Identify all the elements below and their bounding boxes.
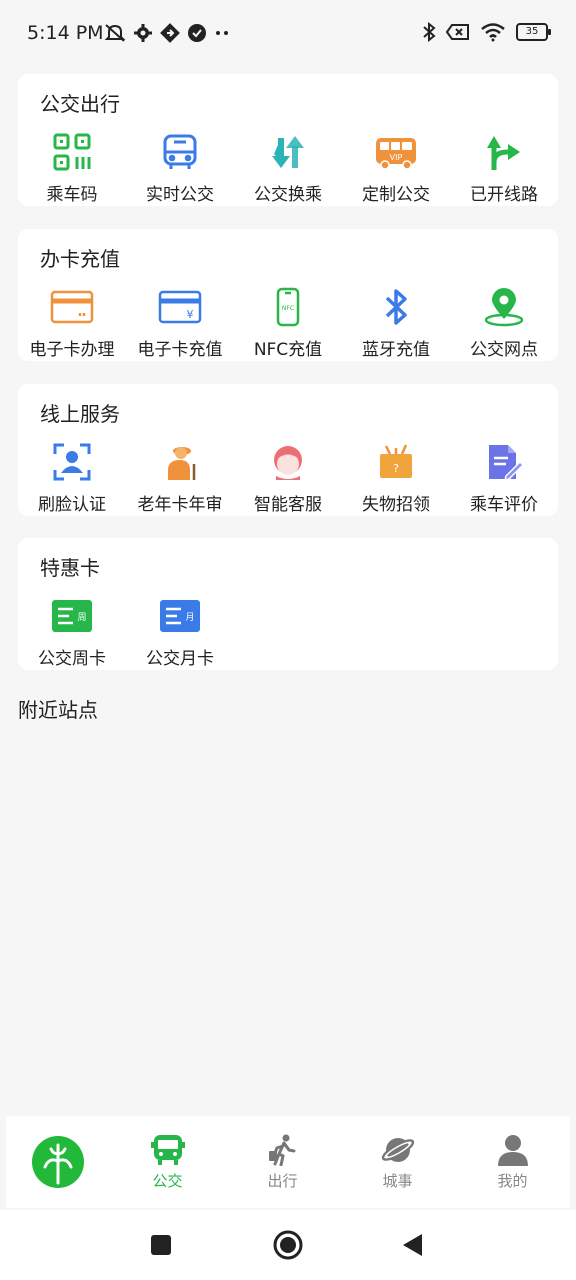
svg-text:月: 月 <box>185 612 194 623</box>
item-label: 乘车码 <box>46 185 98 205</box>
vip-bus-icon: VIP <box>374 130 418 174</box>
item-ride-review[interactable]: 乘车评价 <box>450 440 558 515</box>
sync-icon <box>160 23 180 43</box>
tab-label: 城事 <box>382 1171 413 1190</box>
status-time: 5:14 PM <box>27 22 104 44</box>
tab-travel[interactable]: 出行 <box>225 1134 340 1191</box>
mute-icon <box>104 24 126 42</box>
face-scan-icon <box>50 440 94 484</box>
bottom-tab-bar: 公交 出行 城事 我的 <box>6 1116 570 1208</box>
walker-icon <box>268 1134 295 1166</box>
item-label: 老年卡年审 <box>137 495 223 515</box>
svg-text:周: 周 <box>77 612 86 623</box>
item-label: 失物招领 <box>362 495 430 515</box>
svg-text:¥: ¥ <box>187 308 194 321</box>
qr-code-icon <box>50 130 94 174</box>
planet-icon <box>381 1137 414 1162</box>
elderly-icon <box>158 440 202 484</box>
svg-text:NFC: NFC <box>282 305 294 312</box>
battery-level: 35 <box>525 26 539 37</box>
user-icon <box>497 1134 528 1166</box>
item-label: 智能客服 <box>254 495 322 515</box>
bluetooth-icon <box>374 285 418 329</box>
item-ecard-apply[interactable]: 电子卡办理 <box>18 285 126 360</box>
battery-icon: 35 <box>516 23 551 41</box>
item-monthly-card[interactable]: 月 公交月卡 <box>126 594 234 669</box>
tab-label: 我的 <box>497 1171 528 1190</box>
logo-icon <box>32 1136 84 1188</box>
svg-text:?: ? <box>393 462 399 475</box>
nfc-phone-icon: NFC <box>266 285 310 329</box>
item-open-routes[interactable]: 已开线路 <box>450 130 558 205</box>
item-label: 已开线路 <box>470 185 538 205</box>
back-triangle-icon[interactable] <box>400 1232 424 1258</box>
card-icon <box>50 285 94 329</box>
item-bus-outlets[interactable]: 公交网点 <box>450 285 558 360</box>
item-label: 公交换乘 <box>254 185 322 205</box>
item-lost-found[interactable]: ? 失物招领 <box>342 440 450 515</box>
card-bus-travel: 公交出行 乘车码 实时公交 公交换乘 VIP 定制公交 已开线路 <box>18 74 558 206</box>
item-face-verify[interactable]: 刷脸认证 <box>18 440 126 515</box>
month-card-icon: 月 <box>158 594 202 638</box>
item-label: 实时公交 <box>146 185 214 205</box>
item-weekly-card[interactable]: 周 公交周卡 <box>18 594 126 669</box>
tab-mine[interactable]: 我的 <box>455 1134 570 1191</box>
item-label: 电子卡办理 <box>29 340 115 360</box>
item-ride-code[interactable]: 乘车码 <box>18 130 126 205</box>
item-custom-bus[interactable]: VIP 定制公交 <box>342 130 450 205</box>
transfer-arrows-icon <box>266 130 310 174</box>
section-title: 办卡充值 <box>40 247 120 271</box>
settings-icon <box>134 24 152 42</box>
recents-square-icon[interactable] <box>150 1234 172 1256</box>
item-bus-transfer[interactable]: 公交换乘 <box>234 130 342 205</box>
home-circle-icon[interactable] <box>272 1229 304 1261</box>
app-logo[interactable] <box>6 1135 110 1189</box>
item-nfc-recharge[interactable]: NFC NFC充值 <box>234 285 342 360</box>
data-off-icon <box>446 24 469 40</box>
tab-city[interactable]: 城事 <box>340 1134 455 1191</box>
card-online-services: 线上服务 刷脸认证 老年卡年审 智能客服 ? 失物招领 乘车评价 <box>18 384 558 516</box>
lost-box-icon: ? <box>374 440 418 484</box>
section-title: 线上服务 <box>40 402 120 426</box>
item-label: NFC充值 <box>253 340 323 360</box>
item-label: 公交月卡 <box>146 649 214 669</box>
svg-text:VIP: VIP <box>390 153 403 162</box>
week-card-icon: 周 <box>50 594 94 638</box>
card-discount-cards: 特惠卡 周 公交周卡 月 公交月卡 <box>18 538 558 670</box>
location-pin-icon <box>482 285 526 329</box>
item-senior-card-review[interactable]: 老年卡年审 <box>126 440 234 515</box>
status-bar: 5:14 PM 35 <box>0 0 576 60</box>
check-circle-icon <box>188 24 206 42</box>
route-arrow-icon <box>482 130 526 174</box>
section-title: 特惠卡 <box>40 556 100 580</box>
item-smart-service[interactable]: 智能客服 <box>234 440 342 515</box>
card-yuan-icon: ¥ <box>158 285 202 329</box>
customer-service-icon <box>266 440 310 484</box>
item-bluetooth-recharge[interactable]: 蓝牙充值 <box>342 285 450 360</box>
tab-bus[interactable]: 公交 <box>110 1134 225 1191</box>
item-label: 乘车评价 <box>470 495 538 515</box>
item-realtime-bus[interactable]: 实时公交 <box>126 130 234 205</box>
card-card-recharge: 办卡充值 电子卡办理 ¥ 电子卡充值 NFC NFC充值 蓝牙充值 公交网点 <box>18 229 558 361</box>
bluetooth-status-icon <box>423 22 436 42</box>
bus-front-icon <box>158 130 202 174</box>
item-label: 电子卡充值 <box>137 340 223 360</box>
review-doc-icon <box>482 440 526 484</box>
item-label: 蓝牙充值 <box>362 340 430 360</box>
section-title: 公交出行 <box>40 92 120 116</box>
tab-label: 出行 <box>267 1171 298 1190</box>
bus-tab-icon <box>150 1134 185 1165</box>
wifi-icon <box>481 23 505 42</box>
item-label: 刷脸认证 <box>38 495 106 515</box>
tab-label: 公交 <box>152 1171 183 1190</box>
system-nav-bar <box>0 1210 576 1280</box>
item-label: 定制公交 <box>362 185 430 205</box>
item-label: 公交周卡 <box>38 649 106 669</box>
item-label: 公交网点 <box>470 340 538 360</box>
item-ecard-recharge[interactable]: ¥ 电子卡充值 <box>126 285 234 360</box>
nearby-stations-title: 附近站点 <box>18 698 98 722</box>
more-dots-icon <box>216 31 228 35</box>
